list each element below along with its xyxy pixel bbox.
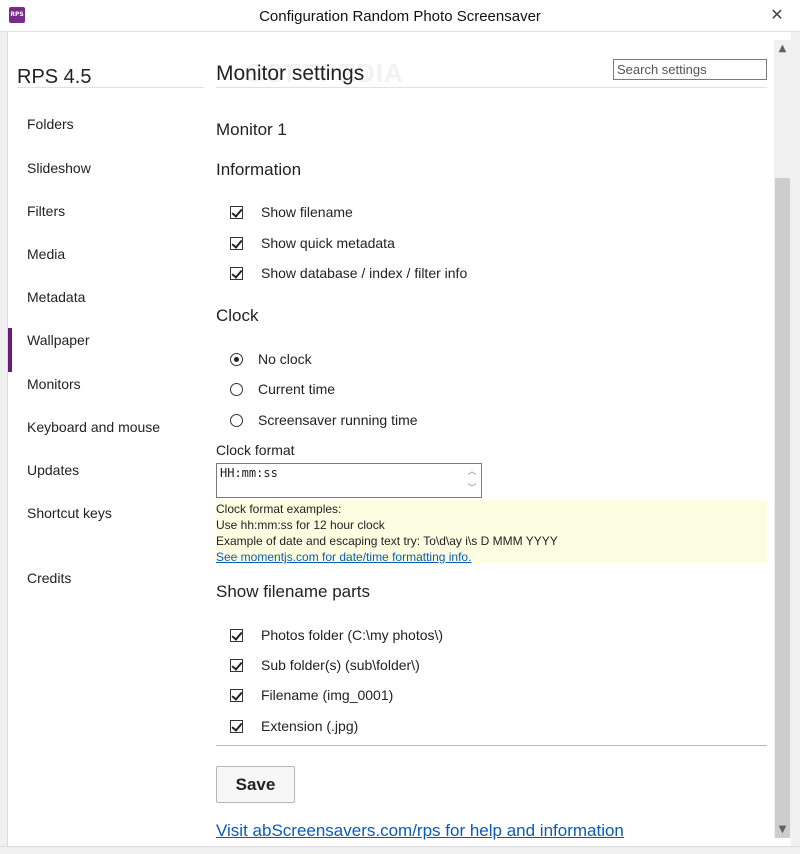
help-line: Example of date and escaping text try: T… (216, 534, 558, 548)
vertical-scrollbar[interactable]: ▲ ▼ (774, 40, 791, 838)
filename-label: Filename (img_0001) (261, 687, 394, 703)
current-time-label: Current time (258, 381, 336, 397)
sidebar-item-slideshow[interactable]: Slideshow (27, 160, 187, 182)
show-database-info-label: Show database / index / filter info (261, 265, 468, 281)
sidebar-item-filters[interactable]: Filters (27, 203, 187, 225)
scroll-down-icon[interactable]: ▼ (774, 821, 791, 838)
help-line: Use hh:mm:ss for 12 hour clock (216, 518, 385, 532)
filename-parts-heading: Show filename parts (216, 582, 371, 601)
chevron-down-icon[interactable]: ﹀ (464, 482, 480, 497)
photos-folder-label: Photos folder (C:\my photos\) (261, 627, 444, 643)
sidebar-item-folders[interactable]: Folders (27, 116, 187, 138)
app-name: RPS 4.5 (17, 66, 92, 88)
no-clock-label: No clock (258, 351, 312, 367)
help-website-link[interactable]: Visit abScreensavers.com/rps for help an… (216, 821, 624, 841)
show-quick-metadata-label: Show quick metadata (261, 235, 395, 251)
close-icon[interactable]: ✕ (754, 0, 800, 30)
information-heading: Information (216, 160, 302, 179)
show-filename-label: Show filename (261, 204, 353, 220)
search-input[interactable] (613, 59, 767, 80)
help-line: Clock format examples: (216, 502, 342, 516)
show-filename-checkbox[interactable] (230, 206, 243, 219)
footer-divider (216, 745, 767, 746)
momentjs-link[interactable]: See momentjs.com for date/time formattin… (216, 549, 767, 565)
sidebar-item-wallpaper[interactable]: Wallpaper (27, 332, 187, 354)
clock-format-help: Clock format examples: Use hh:mm:ss for … (216, 500, 767, 565)
clock-heading: Clock (216, 306, 259, 325)
clock-format-field[interactable]: HH:mm:ss (216, 463, 482, 498)
window-frame-left (0, 32, 8, 854)
scroll-up-icon[interactable]: ▲ (774, 40, 791, 57)
monitor-heading: Monitor 1 (216, 120, 287, 139)
photos-folder-checkbox[interactable] (230, 629, 243, 642)
window-frame-right (791, 32, 800, 854)
save-button[interactable]: Save (216, 766, 295, 803)
show-database-info-checkbox[interactable] (230, 267, 243, 280)
window-title: Configuration Random Photo Screensaver (259, 8, 541, 25)
no-clock-radio[interactable] (230, 353, 243, 366)
nav-active-indicator (8, 328, 12, 372)
sub-folder-label: Sub folder(s) (sub\folder\) (261, 657, 420, 673)
scrollbar-thumb[interactable] (775, 178, 790, 838)
screensaver-running-time-label: Screensaver running time (258, 412, 418, 428)
sidebar-item-updates[interactable]: Updates (27, 462, 187, 484)
sidebar-divider (17, 87, 204, 88)
title-bar: RPS Configuration Random Photo Screensav… (0, 0, 800, 32)
window-frame-bottom (0, 846, 800, 854)
show-quick-metadata-checkbox[interactable] (230, 237, 243, 250)
sidebar-item-monitors[interactable]: Monitors (27, 376, 187, 398)
sidebar-item-media[interactable]: Media (27, 246, 187, 268)
page-title: Monitor settings (216, 62, 365, 85)
clock-format-label: Clock format (216, 442, 295, 458)
sidebar-item-credits[interactable]: Credits (27, 570, 187, 592)
current-time-radio[interactable] (230, 383, 243, 396)
sidebar-item-metadata[interactable]: Metadata (27, 289, 187, 311)
extension-label: Extension (.jpg) (261, 718, 359, 734)
screensaver-running-time-radio[interactable] (230, 414, 243, 427)
sidebar-item-shortcut-keys[interactable]: Shortcut keys (27, 505, 187, 527)
header-divider (216, 87, 767, 88)
extension-checkbox[interactable] (230, 720, 243, 733)
filename-checkbox[interactable] (230, 689, 243, 702)
sub-folder-checkbox[interactable] (230, 659, 243, 672)
chevron-up-icon[interactable]: ︿ (464, 465, 480, 480)
sidebar-item-keyboard-and-mouse[interactable]: Keyboard and mouse (27, 419, 187, 441)
